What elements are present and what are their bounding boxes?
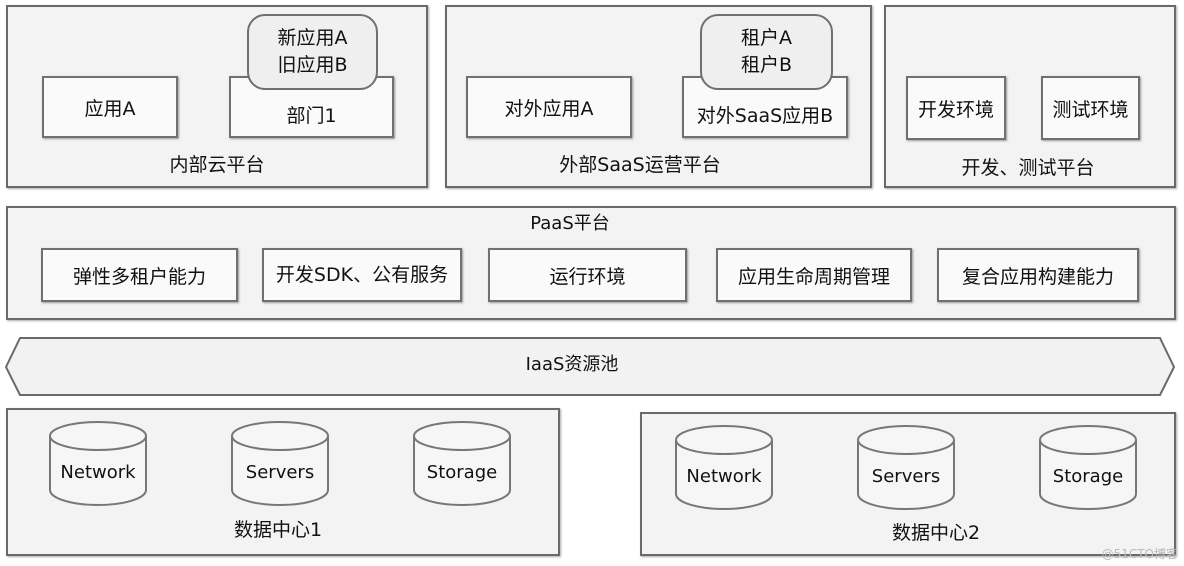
paas-item-label: 复合应用构建能力 [961,265,1114,288]
tenants-box: 租户A 租户B [700,14,833,90]
cylinder-network: Network [48,420,148,508]
paas-title: PaaS平台 [530,213,610,234]
cylinder-label: Storage [426,462,498,483]
cylinder-label: Servers [245,462,315,483]
paas-item: 运行环境 [488,248,687,302]
app-a-label: 应用A [84,97,136,120]
test-env-box: 测试环境 [1041,76,1140,140]
paas-item: 应用生命周期管理 [716,248,912,302]
cylinder-label: Storage [1052,466,1124,487]
old-app-label: 旧应用B [277,54,348,76]
iaas-title: IaaS资源池 [525,354,619,375]
cylinder-label: Network [686,466,762,487]
paas-item-label: 弹性多租户能力 [72,265,206,288]
saas-app-b-label: 对外SaaS应用B [696,105,834,127]
paas-item-label: 应用生命周期管理 [737,265,890,288]
devtest-title: 开发、测试平台 [961,157,1095,179]
paas-item: 开发SDK、公有服务 [262,248,462,302]
app-a-box: 应用A [42,76,178,138]
tenant-b-label: 租户B [740,54,793,76]
dev-env-box: 开发环境 [906,76,1006,140]
dept-apps-box: 新应用A 旧应用B [247,14,378,90]
tenant-a-label: 租户A [741,27,792,49]
saas-title: 外部SaaS运营平台 [559,154,721,176]
dev-env-label: 开发环境 [917,98,994,121]
test-env-label: 测试环境 [1052,98,1129,121]
cylinder-storage: Storage [412,420,512,508]
watermark: @51CTO博客 [1101,547,1178,561]
cylinder-storage: Storage [1038,424,1138,512]
paas-item-label: 运行环境 [549,265,626,288]
paas-item: 弹性多租户能力 [41,248,238,302]
paas-item: 复合应用构建能力 [937,248,1139,302]
cylinder-label: Network [60,462,136,483]
new-app-label: 新应用A [277,27,348,49]
cylinder-servers: Servers [230,420,330,508]
external-app-a-label: 对外应用A [504,97,594,120]
external-app-a-box: 对外应用A [466,76,632,138]
cylinder-label: Servers [871,466,941,487]
cylinder-network: Network [674,424,774,512]
paas-item-label: 开发SDK、公有服务 [275,264,449,286]
dept1-label: 部门1 [286,105,337,127]
dc2-title: 数据中心2 [891,522,981,544]
dc1-title: 数据中心1 [233,519,323,541]
cylinder-servers: Servers [856,424,956,512]
internal-title: 内部云平台 [169,154,265,176]
